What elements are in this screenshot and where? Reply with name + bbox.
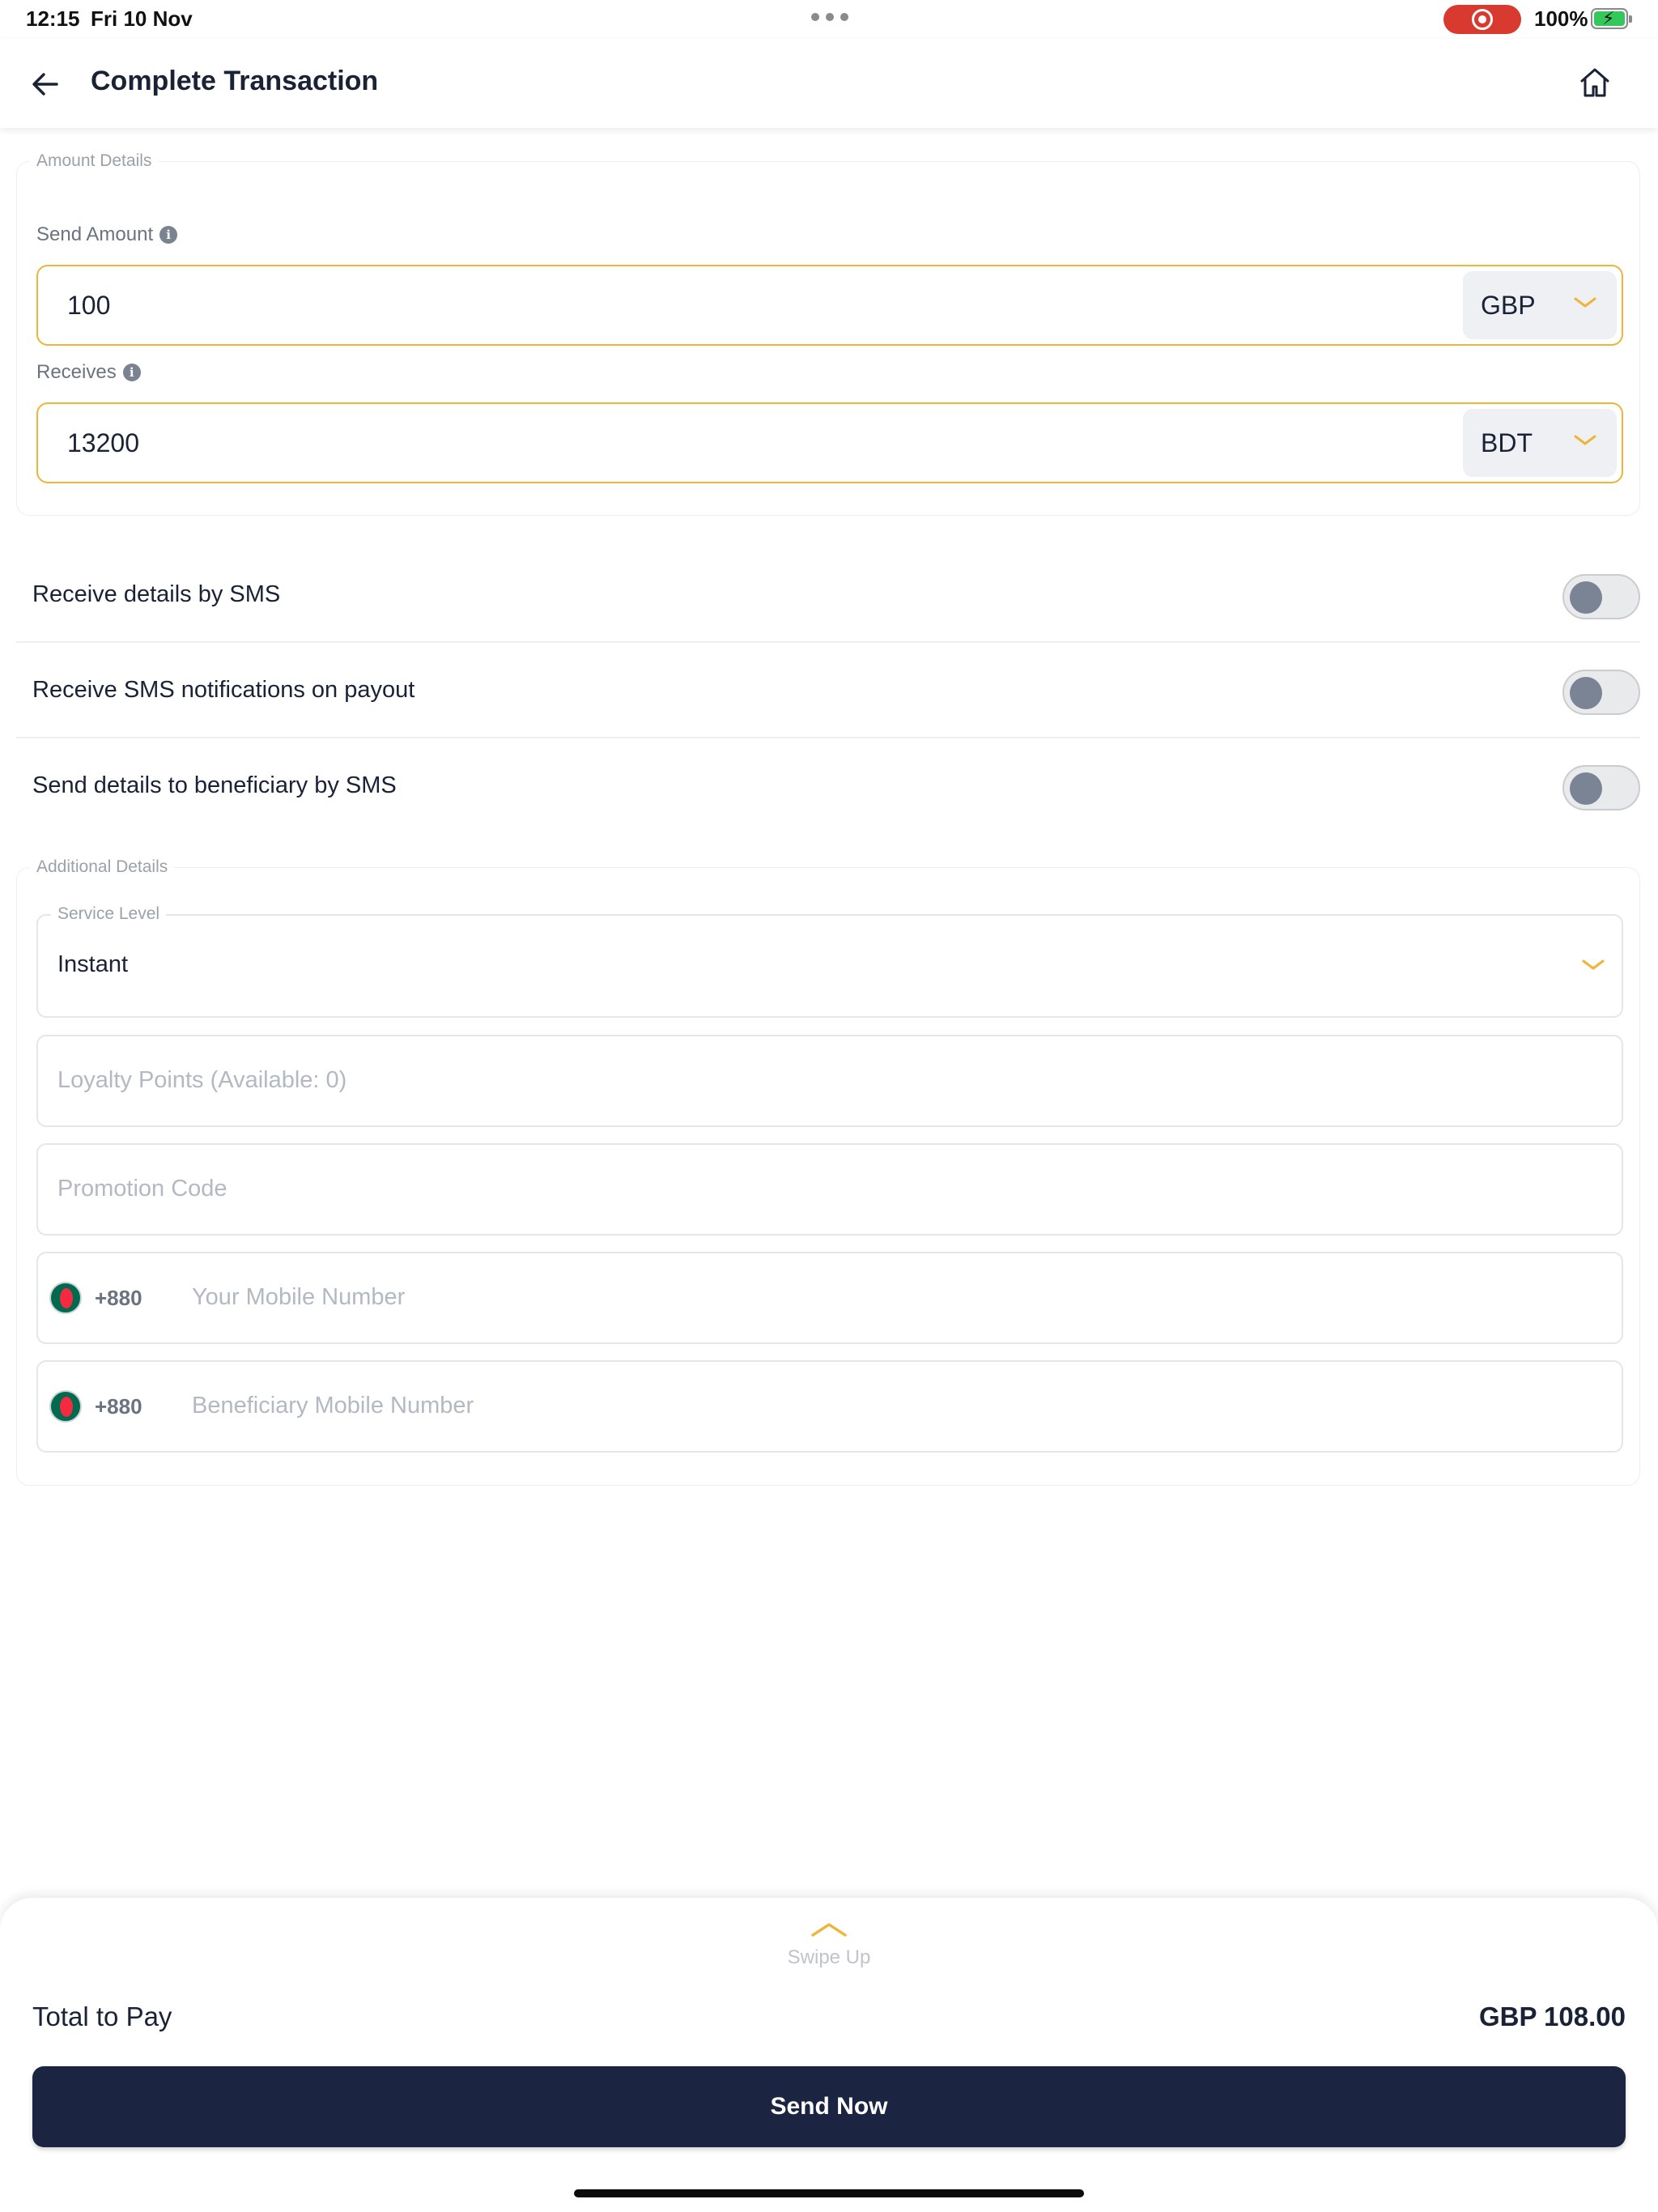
service-level-select[interactable]: Service Level Instant	[36, 904, 1623, 1018]
amount-details-section: Amount Details Send Amount i 100 GBP Rec…	[16, 151, 1640, 516]
your-mobile-number-input[interactable]: +880 Your Mobile Number	[36, 1252, 1623, 1344]
sms-payout-switch[interactable]	[1562, 670, 1640, 715]
battery-percentage: 100%	[1534, 6, 1588, 31]
receives-label: Receives i	[36, 361, 141, 384]
mobile-number-placeholder: Your Mobile Number	[192, 1284, 406, 1310]
status-bar: 12:15 Fri 10 Nov 100% ⚡	[0, 0, 1658, 39]
promotion-code-placeholder: Promotion Code	[57, 1176, 227, 1202]
home-icon[interactable]	[1575, 63, 1614, 102]
multitasking-dots-icon[interactable]	[811, 13, 848, 21]
toggle-row-sms-payout: Receive SMS notifications on payout	[16, 643, 1640, 738]
send-amount-input[interactable]: 100 GBP	[36, 265, 1623, 346]
promotion-code-input[interactable]: Promotion Code	[36, 1143, 1623, 1236]
send-amount-label-text: Send Amount	[36, 223, 154, 245]
swipe-up-hint: Swipe Up	[787, 1946, 871, 1968]
toggle-label: Receive SMS notifications on payout	[32, 677, 415, 703]
chevron-down-icon	[1581, 958, 1605, 976]
back-arrow-icon[interactable]	[26, 65, 65, 104]
battery-charging-icon: ⚡	[1591, 8, 1632, 29]
toggle-row-beneficiary-sms: Send details to beneficiary by SMS	[16, 738, 1640, 834]
app-header: Complete Transaction	[0, 39, 1658, 128]
beneficiary-sms-switch[interactable]	[1562, 765, 1640, 810]
receive-currency-select[interactable]: BDT	[1463, 409, 1617, 477]
send-amount-label: Send Amount i	[36, 223, 178, 246]
country-dial-code[interactable]: +880	[95, 1394, 142, 1419]
screen-recording-icon[interactable]	[1443, 5, 1521, 34]
send-amount-value: 100	[67, 291, 111, 320]
service-level-label: Service Level	[51, 904, 167, 924]
home-indicator[interactable]	[574, 2189, 1084, 2197]
sms-details-switch[interactable]	[1562, 574, 1640, 619]
total-to-pay-label: Total to Pay	[32, 2001, 172, 2031]
page-title: Complete Transaction	[91, 66, 379, 96]
receive-amount-input[interactable]: 13200 BDT	[36, 402, 1623, 483]
info-icon[interactable]: i	[122, 364, 141, 381]
beneficiary-mobile-number-input[interactable]: +880 Beneficiary Mobile Number	[36, 1360, 1623, 1453]
chevron-up-icon[interactable]	[810, 1921, 848, 1942]
service-level-value: Instant	[57, 951, 129, 977]
status-time: 12:15	[26, 6, 80, 31]
chevron-down-icon	[1573, 296, 1597, 314]
receives-label-text: Receives	[36, 361, 117, 383]
receive-amount-value: 13200	[67, 428, 139, 457]
bangladesh-flag-icon[interactable]	[49, 1390, 82, 1423]
total-to-pay-value: GBP 108.00	[1478, 2001, 1626, 2031]
status-date: Fri 10 Nov	[91, 6, 193, 31]
additional-details-legend: Additional Details	[30, 857, 175, 877]
summary-bottom-sheet[interactable]: Swipe Up Total to Pay GBP 108.00 Send No…	[0, 1898, 1658, 2212]
send-currency-code: GBP	[1481, 291, 1536, 320]
country-dial-code[interactable]: +880	[95, 1286, 142, 1311]
toggle-label: Receive details by SMS	[32, 581, 281, 607]
beneficiary-number-placeholder: Beneficiary Mobile Number	[192, 1393, 474, 1419]
info-icon[interactable]: i	[159, 226, 178, 244]
loyalty-points-placeholder: Loyalty Points (Available: 0)	[57, 1067, 347, 1093]
additional-details-section: Additional Details Service Level Instant…	[16, 857, 1640, 1486]
send-now-button[interactable]: Send Now	[32, 2066, 1626, 2147]
bangladesh-flag-icon[interactable]	[49, 1282, 82, 1314]
amount-details-legend: Amount Details	[30, 151, 159, 171]
chevron-down-icon	[1573, 433, 1597, 452]
toggle-label: Send details to beneficiary by SMS	[32, 772, 397, 798]
toggle-row-sms-details: Receive details by SMS	[16, 547, 1640, 643]
receive-currency-code: BDT	[1481, 428, 1533, 457]
send-currency-select[interactable]: GBP	[1463, 271, 1617, 339]
loyalty-points-input[interactable]: Loyalty Points (Available: 0)	[36, 1035, 1623, 1127]
